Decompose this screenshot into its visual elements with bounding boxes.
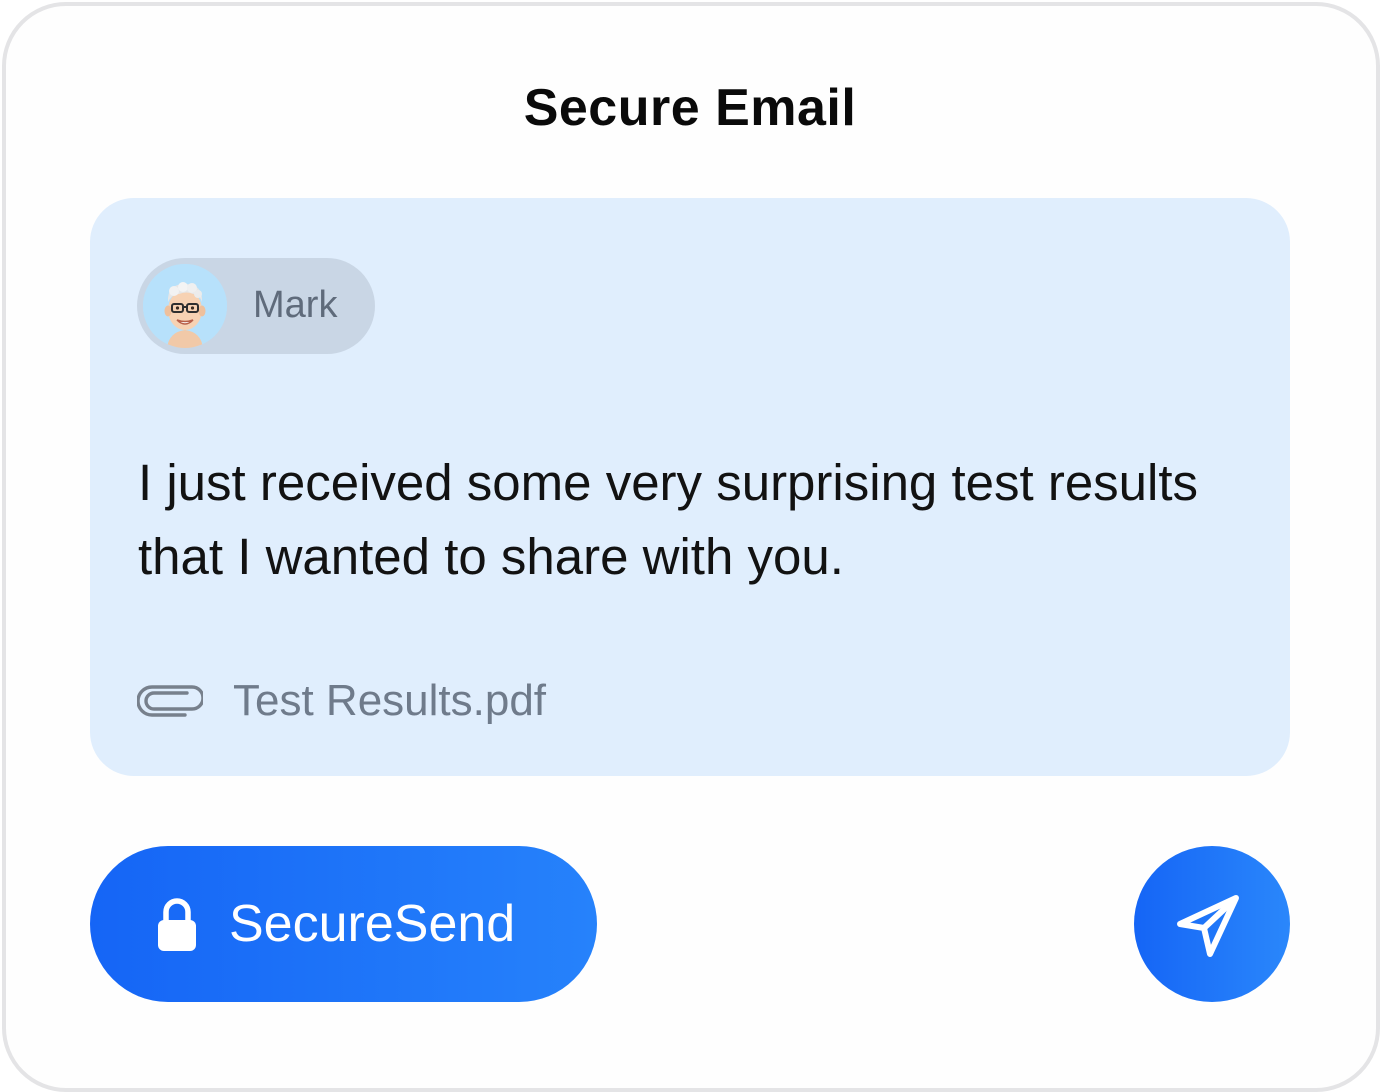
secure-send-label: SecureSend	[229, 895, 516, 953]
paper-plane-icon	[1174, 894, 1244, 958]
lock-icon	[156, 898, 198, 952]
avatar	[143, 264, 227, 348]
page-title: Secure Email	[523, 79, 857, 137]
sender-name: Mark	[253, 284, 338, 326]
message-body: I just received some very surprising tes…	[138, 454, 1199, 585]
attachment-filename[interactable]: Test Results.pdf	[233, 676, 546, 726]
paperclip-icon	[136, 684, 205, 718]
memoji-avatar-icon	[143, 264, 227, 348]
